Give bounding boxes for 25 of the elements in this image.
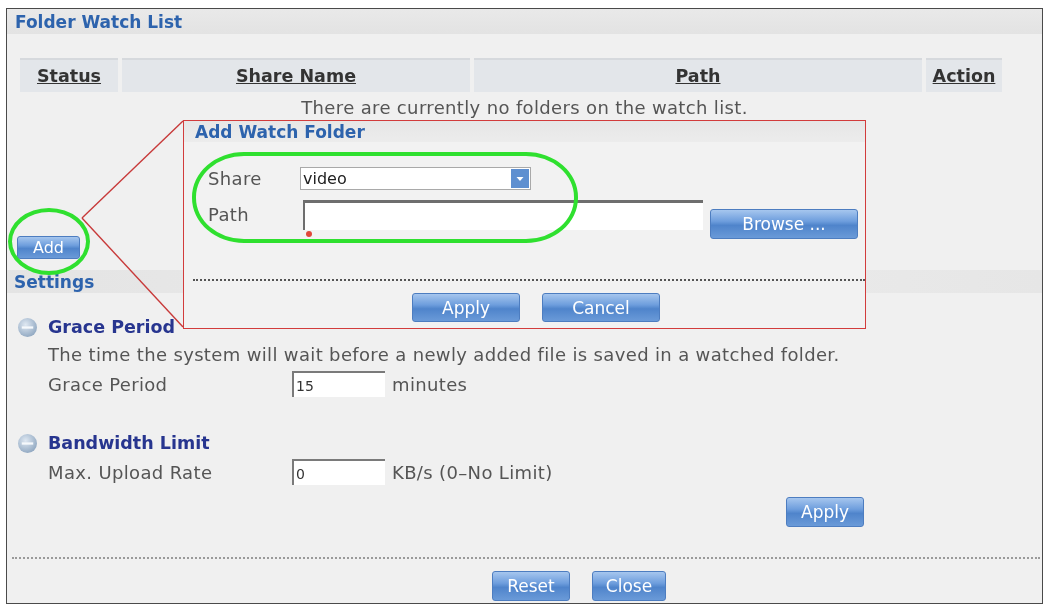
- path-field[interactable]: [303, 200, 703, 230]
- field-label: Max. Upload Rate: [48, 461, 213, 483]
- input-field[interactable]: 15: [292, 371, 385, 397]
- unit-label: minutes: [392, 373, 468, 395]
- caret-icon: [511, 169, 529, 188]
- collapse-icon[interactable]: [18, 317, 37, 337]
- column-header[interactable]: Action: [926, 58, 1002, 92]
- section-description: The time the system will wait before a newly added file is saved in a watched folder.: [48, 345, 840, 365]
- column-header[interactable]: Status: [20, 58, 118, 92]
- field-label: Share: [208, 168, 262, 189]
- section-title: Settings: [14, 271, 95, 292]
- collapse-icon[interactable]: [18, 433, 37, 453]
- browse-button[interactable]: Browse ...: [710, 209, 858, 239]
- empty-list-message: There are currently no folders on the watch list.: [301, 98, 748, 118]
- panel-title: Folder Watch List: [15, 11, 183, 32]
- section-heading: Bandwidth Limit: [48, 433, 210, 453]
- column-header[interactable]: Share Name: [122, 58, 470, 92]
- field-label: Path: [208, 205, 249, 225]
- dialog-title: Add Watch Folder: [195, 121, 365, 142]
- unit-label: KB/s (0–No Limit): [392, 461, 553, 483]
- field-label: Grace Period: [48, 373, 168, 395]
- section-heading: Grace Period: [48, 317, 175, 337]
- share-dropdown[interactable]: video: [300, 167, 531, 190]
- column-header[interactable]: Path: [474, 58, 922, 92]
- input-field[interactable]: 0: [292, 459, 385, 485]
